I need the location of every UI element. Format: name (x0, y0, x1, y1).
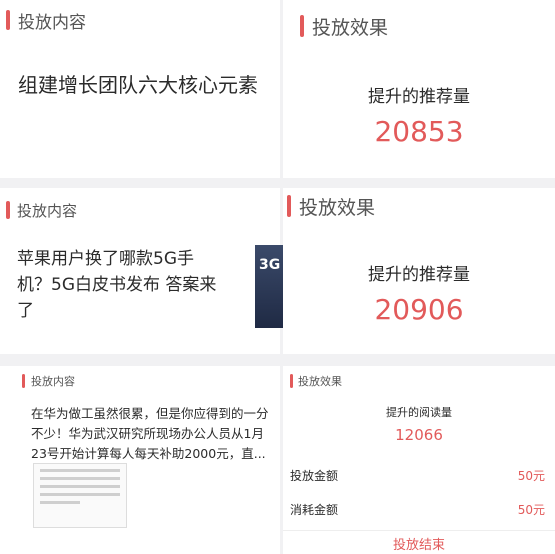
content-card-1: 投放内容 组建增长团队六大核心元素 (0, 0, 280, 178)
effect-card-2: 投放效果 提升的推荐量 20906 (283, 188, 555, 354)
accent-bar (6, 10, 10, 30)
content-card-2: 投放内容 苹果用户换了哪款5G手机？5G白皮书发布 答案来了 (0, 188, 280, 354)
article-thumbnail[interactable]: 3G (255, 245, 283, 328)
metric-value: 12066 (395, 426, 443, 444)
metric-value: 20853 (374, 115, 464, 148)
amount-row: 投放金额 50元 (290, 467, 545, 484)
card-header: 投放内容 (0, 366, 280, 396)
ad-ended-button[interactable]: 投放结束 (283, 530, 555, 553)
preview-line (40, 485, 120, 488)
card-header: 投放内容 (0, 188, 280, 232)
metric-label: 提升的推荐量 (368, 87, 470, 107)
effect-card-3: 投放效果 提升的阅读量 12066 (283, 366, 555, 554)
row-label: 消耗金额 (290, 503, 339, 517)
row-value: 50元 (517, 503, 545, 517)
metric-label: 提升的阅读量 (386, 406, 452, 419)
effect-card-1: 投放效果 提升的推荐量 20853 (283, 0, 555, 178)
card-header: 投放内容 (0, 0, 280, 40)
thumbnail-label: 3G (259, 257, 281, 273)
preview-line (40, 501, 80, 504)
card-header-title: 投放内容 (17, 201, 78, 220)
card-header-title: 投放效果 (312, 16, 389, 39)
card-header: 投放效果 (283, 366, 555, 396)
accent-bar (22, 374, 25, 388)
card-header: 投放效果 (283, 188, 555, 224)
card-header-title: 投放效果 (298, 375, 342, 388)
preview-line (40, 469, 120, 472)
content-title[interactable]: 在华为做工虽然很累，但是你应得到的一分不少！华为武汉研究所现场办公人员从1月23… (0, 396, 280, 464)
quoted-post-preview[interactable] (33, 463, 127, 528)
spent-row: 消耗金额 50元 (290, 501, 545, 518)
accent-bar (300, 15, 304, 37)
accent-bar (6, 201, 10, 219)
accent-bar (287, 195, 291, 217)
content-title[interactable]: 组建增长团队六大核心元素 (0, 40, 280, 100)
card-header: 投放效果 (283, 0, 555, 52)
row-value: 50元 (517, 469, 545, 483)
metric-label: 提升的推荐量 (368, 265, 470, 285)
card-header-title: 投放效果 (299, 196, 376, 219)
accent-bar (290, 374, 293, 388)
preview-line (40, 493, 120, 496)
preview-line (40, 477, 120, 480)
row-label: 投放金额 (290, 469, 339, 483)
card-header-title: 投放内容 (31, 375, 75, 388)
card-header-title: 投放内容 (18, 12, 86, 33)
metric-value: 20906 (374, 293, 464, 326)
content-title[interactable]: 苹果用户换了哪款5G手机？5G白皮书发布 答案来了 (0, 232, 280, 324)
